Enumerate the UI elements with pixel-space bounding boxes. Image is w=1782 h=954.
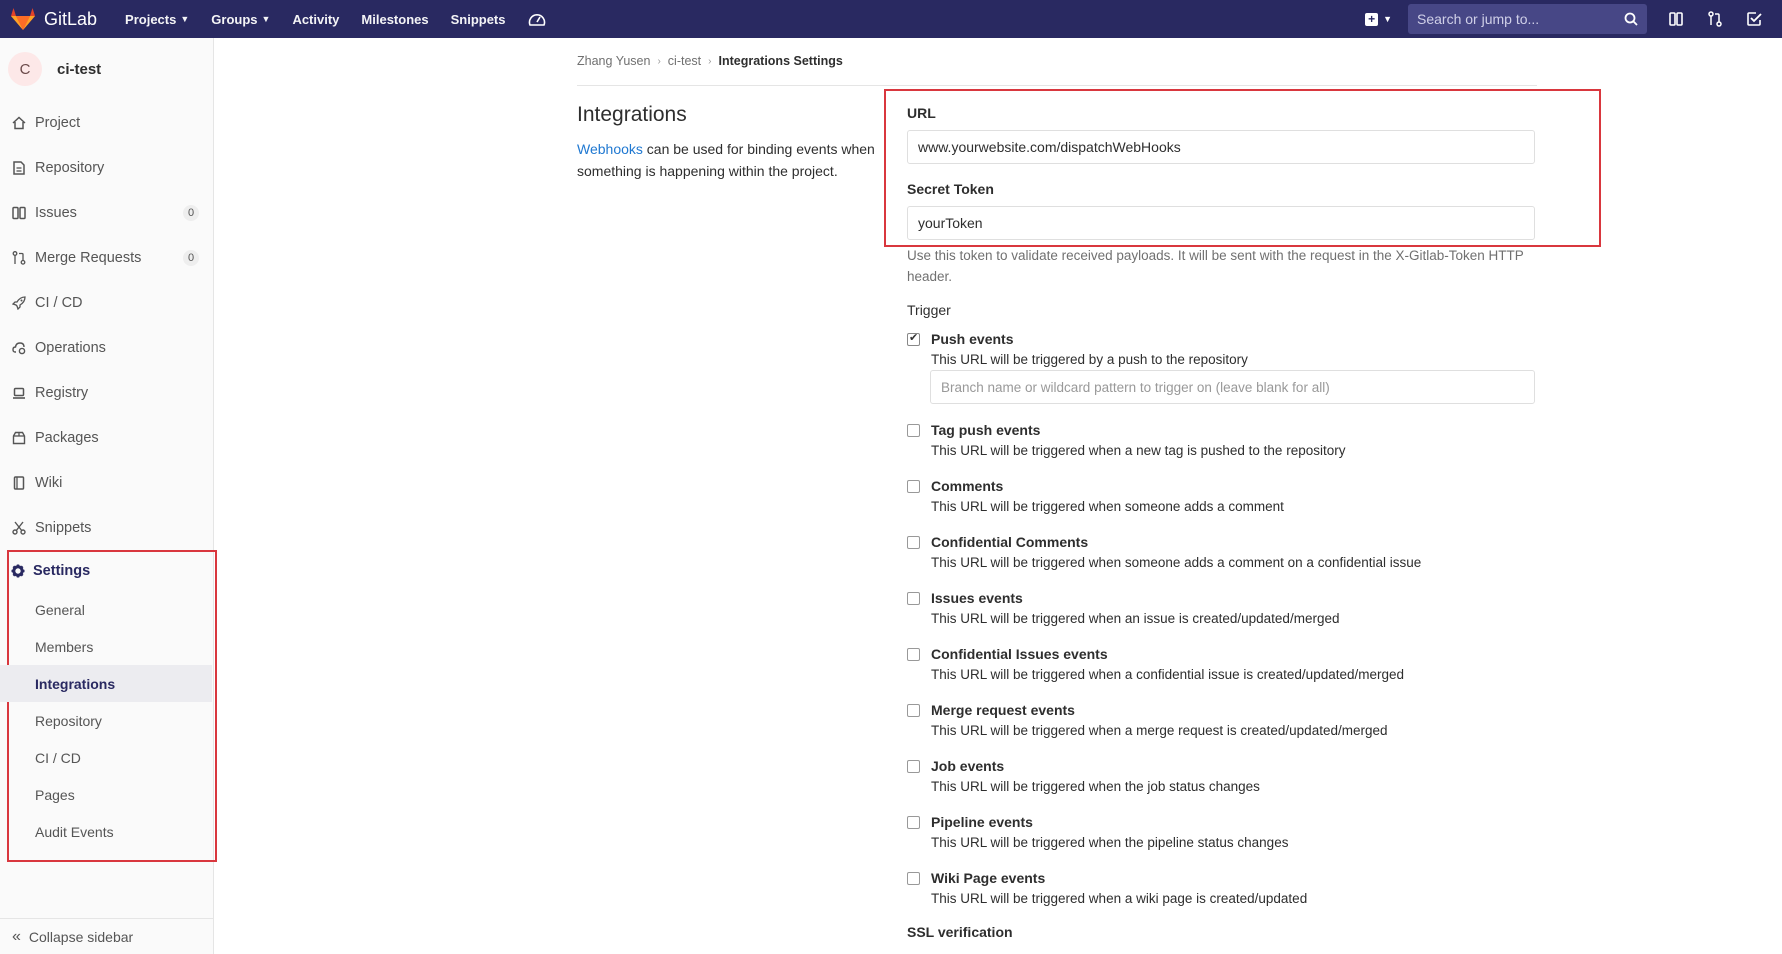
sidebar-item-snippets[interactable]: Snippets	[0, 505, 213, 550]
nav-snippets[interactable]: Snippets	[451, 12, 506, 27]
sidebar-item-wiki[interactable]: Wiki	[0, 460, 213, 505]
job-events-checkbox[interactable]	[907, 760, 920, 773]
cloud-gear-icon	[11, 340, 27, 356]
sidebar-item-settings[interactable]: Settings	[0, 551, 212, 591]
top-navbar: GitLab Projects ▼ Groups ▼ Activity Milest…	[0, 0, 1782, 38]
book-icon	[11, 475, 27, 491]
issues-icon	[11, 205, 27, 221]
double-chevron-left-icon: «	[12, 927, 21, 945]
sidebar-item-repository[interactable]: Repository	[0, 145, 213, 190]
performance-gauge-icon[interactable]	[528, 11, 546, 27]
secret-token-label: Secret Token	[907, 181, 994, 197]
chevron-right-icon: ›	[708, 55, 712, 67]
merge-requests-count-badge: 0	[183, 249, 199, 266]
tag-push-events-checkbox[interactable]	[907, 424, 920, 437]
sidebar-item-registry[interactable]: Registry	[0, 370, 213, 415]
nav-projects[interactable]: Projects ▼	[125, 12, 189, 27]
page-title: Integrations	[577, 103, 687, 126]
collapse-sidebar-button[interactable]: « Collapse sidebar	[0, 918, 213, 954]
new-dropdown-button[interactable]: + ▼	[1365, 12, 1392, 26]
sidebar-item-merge-requests[interactable]: Merge Requests 0	[0, 235, 213, 280]
sidebar-item-operations[interactable]: Operations	[0, 325, 213, 370]
home-icon	[11, 115, 27, 131]
avatar: C	[8, 52, 42, 86]
page-description: Webhooks can be used for binding events …	[577, 141, 875, 179]
laptop-icon	[11, 385, 27, 401]
project-name: ci-test	[57, 60, 102, 78]
sidebar-item-ci-cd[interactable]: CI / CD	[0, 280, 213, 325]
merge-request-events-checkbox[interactable]	[907, 704, 920, 717]
divider	[577, 85, 1537, 86]
scissors-icon	[11, 520, 27, 536]
sidebar-item-project[interactable]: Project	[0, 100, 213, 145]
issues-count-badge: 0	[183, 204, 199, 221]
search-input[interactable]: Search or jump to...	[1408, 4, 1647, 34]
breadcrumb: Zhang Yusen › ci-test › Integrations Set…	[577, 54, 843, 68]
issues-events-checkbox[interactable]	[907, 592, 920, 605]
wiki-page-events-checkbox[interactable]	[907, 872, 920, 885]
trigger-label: Trigger	[907, 302, 951, 318]
confidential-issues-events-checkbox[interactable]	[907, 648, 920, 661]
branch-filter-input[interactable]: Branch name or wildcard pattern to trigg…	[930, 370, 1535, 404]
settings-sub-pages[interactable]: Pages	[0, 776, 212, 813]
merge-icon	[11, 250, 27, 266]
search-placeholder: Search or jump to...	[1417, 11, 1540, 27]
chevron-right-icon: ›	[657, 55, 661, 67]
issues-nav-icon[interactable]	[1665, 8, 1687, 30]
merge-requests-nav-icon[interactable]	[1704, 8, 1726, 30]
gear-icon	[11, 564, 25, 578]
nav-milestones[interactable]: Milestones	[361, 12, 428, 27]
secret-token-input[interactable]: yourToken	[907, 206, 1535, 240]
nav-groups[interactable]: Groups ▼	[211, 12, 270, 27]
settings-sub-integrations[interactable]: Integrations	[0, 665, 212, 702]
token-help-text: Use this token to validate received payl…	[907, 248, 1524, 284]
settings-sub-ci-cd[interactable]: CI / CD	[0, 739, 212, 776]
rocket-icon	[11, 295, 27, 311]
webhooks-link[interactable]: Webhooks	[577, 141, 643, 157]
gitlab-home-link[interactable]: GitLab	[10, 7, 97, 31]
confidential-comments-checkbox[interactable]	[907, 536, 920, 549]
todos-nav-icon[interactable]	[1743, 8, 1765, 30]
chevron-down-icon: ▼	[180, 14, 190, 24]
breadcrumb-user[interactable]: Zhang Yusen	[577, 54, 650, 68]
search-icon	[1624, 12, 1638, 26]
settings-sub-audit-events[interactable]: Audit Events	[0, 813, 212, 850]
breadcrumb-project[interactable]: ci-test	[668, 54, 701, 68]
sidebar-project-header[interactable]: C ci-test	[0, 38, 213, 100]
sidebar-item-packages[interactable]: Packages	[0, 415, 213, 460]
package-icon	[11, 430, 27, 446]
brand-name: GitLab	[44, 8, 98, 29]
ssl-verification-label: SSL verification	[907, 924, 1013, 940]
plus-icon: +	[1365, 12, 1379, 26]
push-events-checkbox[interactable]	[907, 331, 920, 346]
chevron-down-icon: ▼	[1383, 14, 1392, 24]
gitlab-logo-icon	[11, 8, 35, 30]
sidebar-item-issues[interactable]: Issues 0	[0, 190, 213, 235]
settings-sub-members[interactable]: Members	[0, 628, 212, 665]
comments-checkbox[interactable]	[907, 480, 920, 493]
settings-sub-general[interactable]: General	[0, 591, 212, 628]
chevron-down-icon: ▼	[261, 14, 271, 24]
settings-sub-repository[interactable]: Repository	[0, 702, 212, 739]
nav-activity[interactable]: Activity	[292, 12, 339, 27]
doc-icon	[11, 160, 27, 176]
breadcrumb-current[interactable]: Integrations Settings	[718, 54, 842, 68]
url-input[interactable]: www.yourwebsite.com/dispatchWebHooks	[907, 130, 1535, 164]
pipeline-events-checkbox[interactable]	[907, 816, 920, 829]
url-label: URL	[907, 105, 936, 121]
